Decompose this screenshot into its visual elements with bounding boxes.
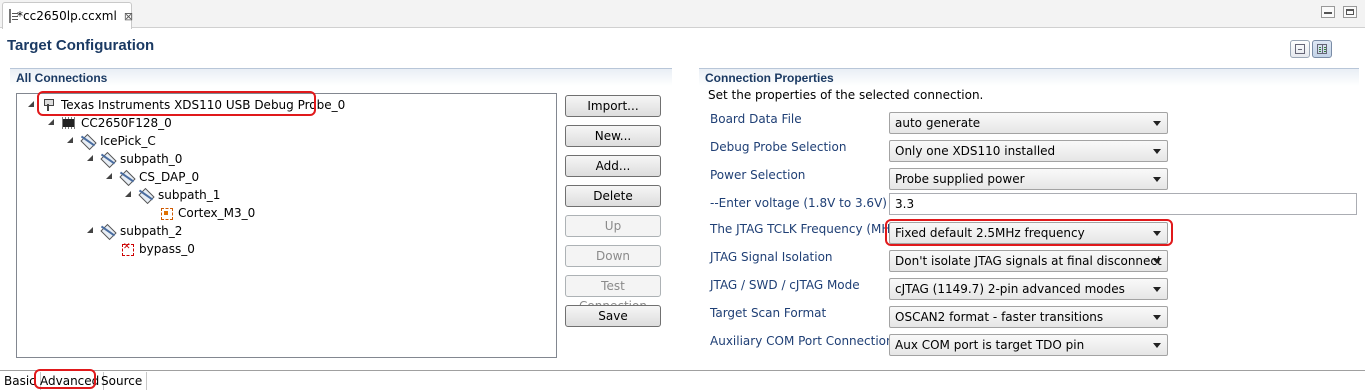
jtag-mode-select[interactable]: cJTAG (1149.7) 2-pin advanced modes [889,278,1168,300]
aux-com-port-label: Auxiliary COM Port Connection [710,334,894,348]
enter-voltage-label: --Enter voltage (1.8V to 3.6V) [710,196,887,210]
jtag-tclk-frequency-label: The JTAG TCLK Frequency (MHz) [710,222,902,236]
tree-item-bypass[interactable]: bypass_0 [105,240,195,258]
two-column-view-button[interactable] [1312,40,1332,58]
router-icon [100,224,116,238]
editor-tab-title: *cc2650lp.ccxml [17,9,117,23]
select-value: OSCAN2 format - faster transitions [895,310,1104,324]
tree-item-icepick[interactable]: IcePick_C [66,132,156,150]
connection-properties-header: Connection Properties [699,68,1359,86]
collapse-icon[interactable] [86,226,96,236]
target-scan-format-select[interactable]: OSCAN2 format - faster transitions [889,306,1168,328]
up-button[interactable]: Up [565,215,661,237]
two-column-icon [1317,44,1327,54]
tree-item-subpath-2[interactable]: subpath_2 [86,222,182,240]
select-value: auto generate [895,116,981,130]
jtag-signal-isolation-label: JTAG Signal Isolation [710,250,833,264]
tree-item-label: bypass_0 [139,242,195,256]
editor-tab-cc2650lp[interactable]: *cc2650lp.ccxml ⊠ [2,2,133,29]
delete-button[interactable]: Delete [565,185,661,207]
advanced-tab-highlight-box [34,369,96,389]
board-data-file-select[interactable]: auto generate [889,112,1168,134]
debug-probe-selection-select[interactable]: Only one XDS110 installed [889,140,1168,162]
tclk-highlight-box [885,219,1173,246]
tree-item-cc2650f128[interactable]: CC2650F128_0 [47,114,172,132]
down-button[interactable]: Down [565,245,661,267]
probe-highlight-box [37,91,316,116]
connections-tree[interactable]: Texas Instruments XDS110 USB Debug Probe… [16,93,557,358]
chevron-down-icon [1153,315,1161,320]
router-icon [80,134,96,148]
close-icon[interactable]: ⊠ [124,10,133,23]
chevron-down-icon [1153,121,1161,126]
chip-icon [61,116,77,130]
editor-page-tabs: Basic Advanced Source [0,370,1365,390]
tree-item-label: IcePick_C [100,134,156,148]
config-file-icon [9,9,18,23]
maximize-icon[interactable] [1343,6,1357,18]
minimize-icon[interactable] [1321,6,1335,18]
all-connections-header: All Connections [10,68,672,86]
tree-item-label: subpath_1 [158,188,221,202]
cpu-icon [158,206,174,220]
collapse-icon[interactable] [105,172,115,182]
chevron-down-icon [1153,287,1161,292]
editor-tab-bar: *cc2650lp.ccxml ⊠ [0,0,1365,29]
single-column-icon [1295,44,1305,54]
collapse-icon[interactable] [86,154,96,164]
select-value: Only one XDS110 installed [895,144,1056,158]
select-value: Aux COM port is target TDO pin [895,338,1085,352]
tree-item-label: CS_DAP_0 [139,170,200,184]
tab-source[interactable]: Source [97,372,148,390]
test-connection-button[interactable]: Test Connection [565,275,661,313]
bypass-icon [119,242,135,256]
import-button[interactable]: Import... [565,95,661,117]
properties-description: Set the properties of the selected conne… [708,88,984,102]
target-scan-format-label: Target Scan Format [710,306,827,320]
single-column-view-button[interactable] [1290,40,1310,58]
tree-item-subpath-1[interactable]: subpath_1 [124,186,220,204]
add-button[interactable]: Add... [565,155,661,177]
save-button[interactable]: Save [565,305,661,327]
select-value: Probe supplied power [895,172,1025,186]
tree-item-cs-dap[interactable]: CS_DAP_0 [105,168,199,186]
leaf-spacer [105,244,115,254]
power-selection-label: Power Selection [710,168,806,182]
debug-probe-selection-label: Debug Probe Selection [710,140,847,154]
tree-item-subpath-0[interactable]: subpath_0 [86,150,182,168]
chevron-down-icon [1153,343,1161,348]
collapse-icon[interactable] [66,136,76,146]
voltage-field[interactable] [889,193,1357,215]
chevron-down-icon [1153,177,1161,182]
router-icon [100,152,116,166]
chevron-down-icon [1153,259,1161,264]
aux-com-port-select[interactable]: Aux COM port is target TDO pin [889,334,1168,356]
select-value: Don't isolate JTAG signals at final disc… [895,254,1162,268]
collapse-icon[interactable] [27,100,37,110]
page-title: Target Configuration [7,37,155,54]
tree-item-label: Cortex_M3_0 [178,206,256,220]
jtag-signal-isolation-select[interactable]: Don't isolate JTAG signals at final disc… [889,250,1168,272]
collapse-icon[interactable] [124,190,134,200]
jtag-mode-label: JTAG / SWD / cJTAG Mode [710,278,860,292]
tree-item-label: subpath_2 [120,224,183,238]
power-selection-select[interactable]: Probe supplied power [889,168,1168,190]
select-value: cJTAG (1149.7) 2-pin advanced modes [895,282,1125,296]
collapse-icon[interactable] [47,118,57,128]
router-icon [119,170,135,184]
tree-item-label: subpath_0 [120,152,183,166]
chevron-down-icon [1153,149,1161,154]
router-icon [138,188,154,202]
board-data-file-label: Board Data File [710,112,802,126]
tree-item-label: CC2650F128_0 [81,116,172,130]
new-button[interactable]: New... [565,125,661,147]
leaf-spacer [144,208,154,218]
tree-item-cortex-m3[interactable]: Cortex_M3_0 [144,204,255,222]
